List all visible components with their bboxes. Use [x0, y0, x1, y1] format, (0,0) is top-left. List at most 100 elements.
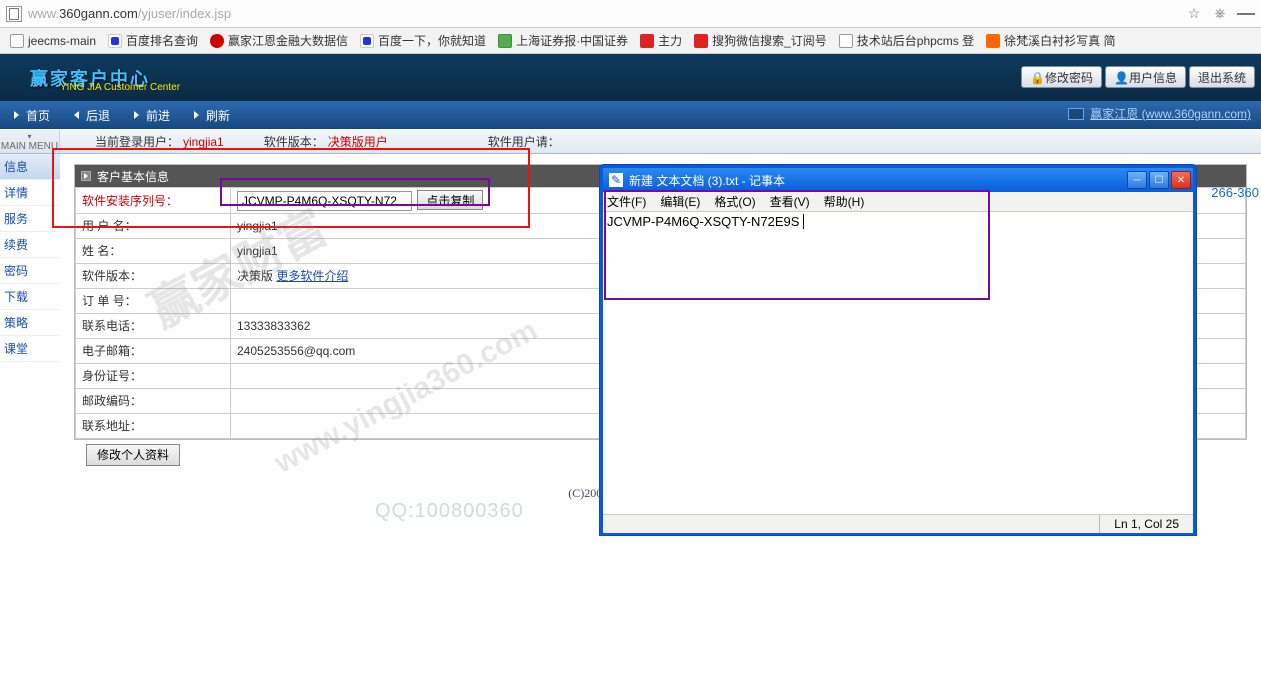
- bookmark-item[interactable]: 百度排名查询: [102, 30, 204, 52]
- sidebar-item[interactable]: 下载: [0, 284, 60, 310]
- copy-serial-button[interactable]: 点击复制: [417, 190, 483, 210]
- forward-icon: [130, 109, 142, 121]
- nav-brand-link[interactable]: 赢家江恩 (www.360gann.com): [1068, 105, 1251, 122]
- left-sidebar: 信息详情服务续费密码下载策略课堂: [0, 154, 60, 501]
- version-value: 决策版用户: [328, 135, 388, 149]
- url-field[interactable]: www.360gann.com/yjuser/index.jsp: [28, 6, 1177, 21]
- user-info-button[interactable]: 👤用户信息: [1105, 66, 1186, 88]
- notepad-icon: ✎: [609, 173, 623, 187]
- favicon: [498, 34, 512, 48]
- user-tip-label: 软件用户请：: [488, 135, 560, 149]
- url-host: 360gann.com: [59, 6, 138, 21]
- logout-button[interactable]: 退出系统: [1189, 66, 1255, 88]
- favicon: [360, 34, 374, 48]
- favicon: [694, 34, 708, 48]
- name-label: 姓 名：: [76, 238, 231, 263]
- hotline-fragment: 266-360: [1211, 185, 1259, 200]
- sidebar-item[interactable]: 详情: [0, 180, 60, 206]
- nav-home[interactable]: 首页: [10, 107, 50, 124]
- app-logo-subtitle: YING JIA Customer Center: [60, 82, 180, 93]
- change-password-button[interactable]: 🔒修改密码: [1021, 66, 1102, 88]
- sidebar-item[interactable]: 课堂: [0, 336, 60, 362]
- lock-icon: 🔒: [1030, 71, 1042, 83]
- current-user-value: yingjia1: [183, 135, 224, 149]
- main-menu-label: MAIN MENU: [0, 141, 59, 152]
- favicon: [986, 34, 1000, 48]
- more-software-link[interactable]: 更多软件介绍: [276, 269, 348, 283]
- bookmark-label: jeecms-main: [28, 34, 96, 48]
- current-user-label: 当前登录用户：: [95, 135, 179, 149]
- sidebar-item[interactable]: 策略: [0, 310, 60, 336]
- sidebar-item[interactable]: 服务: [0, 206, 60, 232]
- bookmark-item[interactable]: 搜狗微信搜索_订阅号: [688, 30, 833, 52]
- phone-label: 联系电话：: [76, 313, 231, 338]
- order-label: 订 单 号：: [76, 288, 231, 313]
- bookmark-label: 主力: [658, 32, 682, 49]
- bookmark-item[interactable]: 徐梵溪白衬衫写真 简: [980, 30, 1121, 52]
- edit-profile-button[interactable]: 修改个人资料: [86, 444, 180, 466]
- monitor-icon: [1068, 108, 1084, 120]
- bookmark-label: 技术站后台phpcms 登: [857, 32, 974, 49]
- notepad-titlebar[interactable]: ✎ 新建 文本文档 (3).txt - 记事本 ─ ☐ ✕: [603, 168, 1193, 192]
- bookmark-star-icon[interactable]: ☆: [1185, 5, 1203, 23]
- chrome-menu-icon[interactable]: [1237, 5, 1255, 23]
- bookmarks-bar: jeecms-main 百度排名查询 赢家江恩金融大数据信百度一下，你就知道上海证券…: [0, 28, 1261, 54]
- bookmark-label: 搜狗微信搜索_订阅号: [712, 32, 827, 49]
- sidebar-item[interactable]: 密码: [0, 258, 60, 284]
- nav-refresh[interactable]: 刷新: [190, 107, 230, 124]
- favicon: [108, 34, 122, 48]
- bookmark-label: 赢家江恩金融大数据信: [228, 32, 348, 49]
- nav-brand-text: 赢家江恩 (www.360gann.com): [1090, 105, 1251, 122]
- page-icon: [6, 6, 22, 22]
- menu-file[interactable]: 文件(F): [607, 193, 646, 210]
- favicon: [210, 34, 224, 48]
- favicon: [10, 34, 24, 48]
- bookmark-item[interactable]: 技术站后台phpcms 登: [833, 30, 980, 52]
- user-icon: 👤: [1114, 71, 1126, 83]
- home-icon: [10, 109, 22, 121]
- username-label: 用 户 名：: [76, 213, 231, 238]
- bookmark-item[interactable]: 上海证券报·中国证券: [492, 30, 634, 52]
- cursor-position: Ln 1, Col 25: [1099, 515, 1193, 533]
- logout-label: 退出系统: [1198, 69, 1246, 86]
- menu-help[interactable]: 帮助(H): [824, 193, 865, 210]
- address-label: 联系地址：: [76, 413, 231, 438]
- url-path: /yjuser/index.jsp: [138, 6, 231, 21]
- favicon: [640, 34, 654, 48]
- steering-icon[interactable]: ⎈: [1211, 5, 1229, 23]
- menu-view[interactable]: 查看(V): [770, 193, 810, 210]
- maximize-button[interactable]: ☐: [1149, 171, 1169, 189]
- chevron-down-icon: ▾: [0, 132, 59, 141]
- nav-home-label: 首页: [26, 107, 50, 124]
- notepad-title: 新建 文本文档 (3).txt - 记事本: [629, 172, 1127, 189]
- back-icon: [70, 109, 82, 121]
- minimize-button[interactable]: ─: [1127, 171, 1147, 189]
- bookmark-item[interactable]: 百度一下，你就知道: [354, 30, 492, 52]
- menu-edit[interactable]: 编辑(E): [660, 193, 700, 210]
- nav-back[interactable]: 后退: [70, 107, 110, 124]
- version-label: 软件版本：: [264, 135, 324, 149]
- bookmark-item[interactable]: 赢家江恩金融大数据信: [204, 30, 354, 52]
- browser-address-bar: www.360gann.com/yjuser/index.jsp ☆ ⎈: [0, 0, 1261, 28]
- notepad-textarea[interactable]: JCVMP-P4M6Q-XSQTY-N72E9S: [603, 212, 1193, 514]
- menu-format[interactable]: 格式(O): [714, 193, 755, 210]
- panel-title: 客户基本信息: [97, 168, 169, 185]
- nav-bar: 首页 后退 前进 刷新 赢家江恩 (www.360gann.com): [0, 101, 1261, 129]
- refresh-icon: [190, 109, 202, 121]
- nav-refresh-label: 刷新: [206, 107, 230, 124]
- nav-forward[interactable]: 前进: [130, 107, 170, 124]
- text-caret: [799, 214, 804, 229]
- sidebar-item[interactable]: 信息: [0, 154, 60, 180]
- change-password-label: 修改密码: [1045, 69, 1093, 86]
- close-button[interactable]: ✕: [1171, 171, 1191, 189]
- notepad-window[interactable]: ✎ 新建 文本文档 (3).txt - 记事本 ─ ☐ ✕ 文件(F) 编辑(E…: [600, 165, 1196, 535]
- serial-label: 软件安装序列号：: [82, 194, 178, 208]
- watermark-qq: QQ:100800360: [375, 500, 524, 523]
- bookmark-item[interactable]: 主力: [634, 30, 688, 52]
- sidebar-item[interactable]: 续费: [0, 232, 60, 258]
- software-version-label: 软件版本：: [76, 263, 231, 288]
- user-info-label: 用户信息: [1129, 69, 1177, 86]
- bookmark-item[interactable]: jeecms-main: [4, 30, 102, 52]
- main-menu-toggle[interactable]: ▾ MAIN MENU: [0, 130, 60, 153]
- serial-input[interactable]: [237, 191, 412, 211]
